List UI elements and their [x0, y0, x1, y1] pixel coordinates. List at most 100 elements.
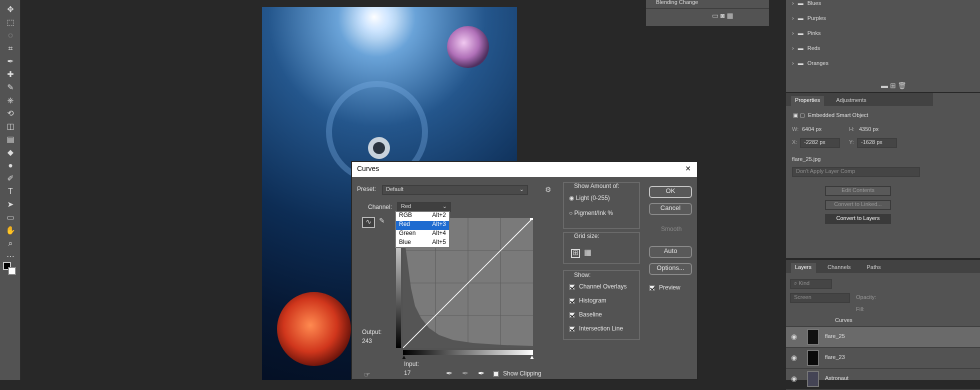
gear-icon[interactable]: ⚙	[545, 186, 551, 194]
intersection-line-option[interactable]: Intersection Line	[569, 326, 623, 333]
intersection-line-checkbox[interactable]	[569, 326, 575, 332]
show-clipping[interactable]: Show Clipping	[493, 371, 541, 378]
layer-name: flare_25	[825, 334, 845, 340]
swatch-group[interactable]: › ▬ Reds	[792, 46, 820, 52]
black-eyedropper-icon[interactable]: ✒	[446, 369, 453, 378]
kind-filter[interactable]: ⌕ Kind	[790, 279, 832, 289]
layer-name: Curves	[835, 318, 853, 324]
healing-brush-icon[interactable]: ✚	[4, 68, 17, 81]
tab-adjustments[interactable]: Adjustments	[832, 96, 870, 106]
channel-name: RGB	[399, 213, 413, 219]
options-button[interactable]: Options...	[649, 263, 692, 275]
swatch-group[interactable]: › ▬ Pinks	[792, 31, 821, 37]
target-adjust-icon[interactable]: ☞	[364, 371, 370, 379]
preset-select[interactable]: Default ⌄	[382, 185, 528, 195]
folder-icon: ▬	[797, 31, 804, 37]
tab-paths[interactable]: Paths	[863, 263, 885, 273]
curve-point[interactable]	[530, 217, 533, 220]
clone-stamp-icon[interactable]: ⎈	[4, 94, 17, 107]
preview-option[interactable]: Preview	[649, 285, 680, 292]
close-icon[interactable]: ✕	[685, 162, 691, 177]
brush-icon[interactable]: ✎	[4, 81, 17, 94]
edit-contents-button[interactable]: Edit Contents	[825, 186, 891, 196]
gradient-icon[interactable]: ▤	[4, 133, 17, 146]
move-icon[interactable]: ✥	[4, 3, 17, 16]
swatch-actions[interactable]: ▬ ⊞ 🗑	[881, 82, 907, 90]
layer-row[interactable]: ◉ flare_25	[786, 327, 980, 348]
white-point-slider[interactable]: ▲	[529, 355, 535, 361]
ok-button[interactable]: OK	[649, 186, 692, 198]
rectangle-icon[interactable]: ▭	[4, 211, 17, 224]
black-point-slider[interactable]: ▲	[401, 355, 407, 361]
pencil-icon[interactable]: ✎	[379, 217, 385, 225]
channel-menu-item[interactable]: RGB Alt+2	[396, 212, 449, 221]
channel-name: Green	[399, 231, 416, 237]
channel-menu-item[interactable]: Red Alt+3	[396, 221, 449, 230]
channel-menu-item[interactable]: Green Alt+4	[396, 230, 449, 239]
preview-checkbox[interactable]	[649, 285, 655, 291]
simple-grid-icon[interactable]: ⊞	[571, 249, 580, 258]
show-label: Show:	[574, 273, 591, 279]
layer-comp-select[interactable]: Don't Apply Layer Comp	[792, 167, 920, 177]
channel-overlays-option[interactable]: Channel Overlays	[569, 284, 627, 291]
baseline-checkbox[interactable]	[569, 312, 575, 318]
x-field[interactable]: -2282 px	[800, 138, 840, 148]
baseline-option[interactable]: Baseline	[569, 312, 602, 319]
swatch-group-label: Reds	[807, 46, 821, 52]
type-icon[interactable]: T	[4, 185, 17, 198]
swatch-group[interactable]: › ▬ Oranges	[792, 61, 828, 67]
eye-icon[interactable]: ◉	[791, 354, 805, 362]
h-value[interactable]: 4350 px	[859, 127, 879, 133]
histogram-checkbox[interactable]	[569, 298, 575, 304]
kind-label: Kind	[798, 281, 810, 287]
artboard-icon[interactable]: ⬚	[4, 16, 17, 29]
lasso-icon[interactable]: ◌	[4, 29, 17, 42]
eraser-icon[interactable]: ◫	[4, 120, 17, 133]
swatch-group[interactable]: › ▬ Blues	[792, 1, 821, 7]
detailed-grid-icon[interactable]: ▦	[584, 249, 592, 257]
input-value[interactable]: 17	[404, 371, 411, 377]
channel-menu-item[interactable]: Blue Alt+5	[396, 239, 449, 248]
blur-icon[interactable]: ◆	[4, 146, 17, 159]
tab-channels[interactable]: Channels	[824, 263, 855, 273]
show-clipping-checkbox[interactable]	[493, 371, 499, 377]
grid-size-label: Grid size:	[574, 234, 600, 240]
dodge-icon[interactable]: ●	[4, 159, 17, 172]
y-field[interactable]: -1628 px	[857, 138, 897, 148]
eyedropper-icon[interactable]: ✒	[4, 55, 17, 68]
input-label: Input:	[404, 362, 420, 368]
light-option[interactable]: ◉ Light (0-255)	[569, 195, 610, 202]
convert-linked-button[interactable]: Convert to Linked...	[825, 200, 891, 210]
white-eyedropper-icon[interactable]: ✒	[478, 369, 485, 378]
swatch-group[interactable]: › ▬ Purples	[792, 16, 826, 22]
chevron-down-icon: ⌄	[519, 187, 524, 193]
cancel-button[interactable]: Cancel	[649, 203, 692, 215]
history-brush-icon[interactable]: ⟲	[4, 107, 17, 120]
auto-button[interactable]: Auto	[649, 246, 692, 258]
smooth-button[interactable]: Smooth	[661, 227, 682, 233]
histogram-option[interactable]: Histogram	[569, 298, 606, 305]
curve-point-tool-icon[interactable]: ∿	[362, 217, 375, 228]
gray-eyedropper-icon[interactable]: ✒	[462, 369, 469, 378]
eye-icon[interactable]: ◉	[791, 333, 805, 341]
crop-icon[interactable]: ⌗	[4, 42, 17, 55]
channel-overlays-checkbox[interactable]	[569, 284, 575, 290]
layer-row[interactable]: Curves	[786, 316, 980, 327]
pigment-option[interactable]: ○ Pigment/Ink %	[569, 211, 613, 217]
output-value[interactable]: 243	[362, 339, 372, 345]
zoom-icon[interactable]: ⌕	[4, 237, 17, 250]
w-value[interactable]: 6404 px	[802, 127, 822, 133]
convert-layers-button[interactable]: Convert to Layers	[825, 214, 891, 224]
tab-layers[interactable]: Layers	[791, 263, 816, 273]
background-color-swatch[interactable]	[8, 267, 16, 275]
snapshot-icons[interactable]: ▭ ◙ ▦	[712, 12, 733, 20]
layer-row[interactable]: ◉ flare_23	[786, 348, 980, 369]
history-item[interactable]: Blending Change	[656, 0, 761, 8]
pen-icon[interactable]: ✐	[4, 172, 17, 185]
path-select-icon[interactable]: ➤	[4, 198, 17, 211]
blend-mode-select[interactable]: Screen	[790, 293, 850, 303]
hand-icon[interactable]: ✋	[4, 224, 17, 237]
folder-icon: ▬	[797, 1, 804, 7]
tab-properties[interactable]: Properties	[791, 96, 825, 106]
eye-icon[interactable]: ◉	[791, 375, 805, 383]
